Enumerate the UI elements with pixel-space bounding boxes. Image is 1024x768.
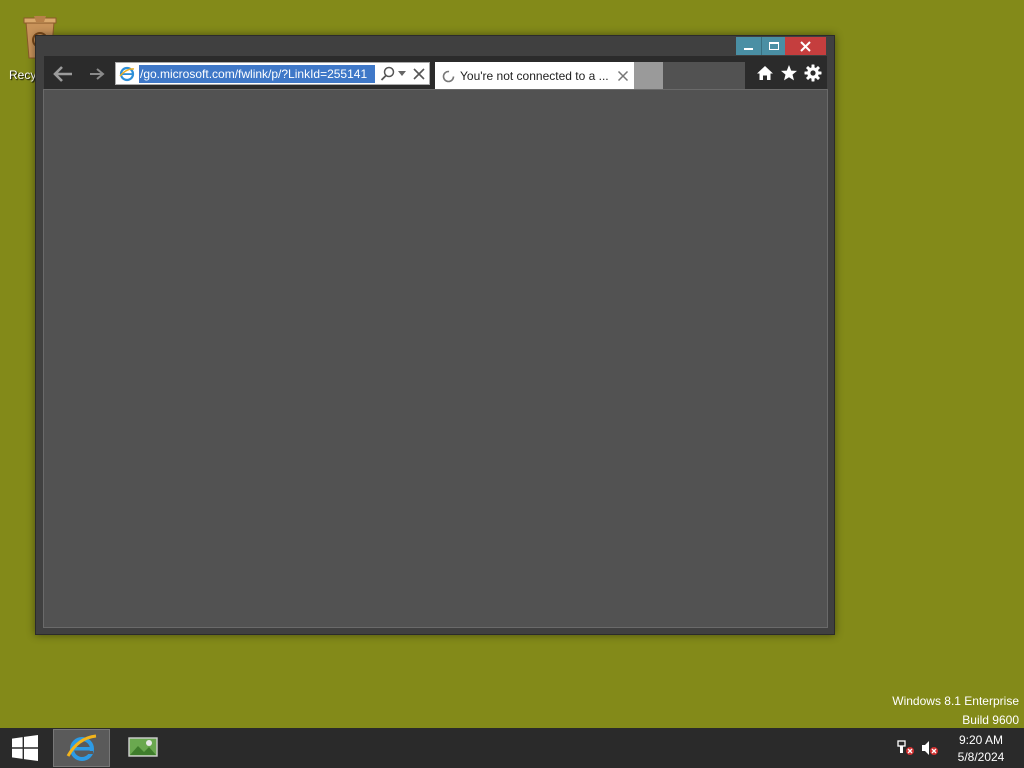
desktop-app-icon: [127, 737, 158, 757]
address-bar[interactable]: /go.microsoft.com/fwlink/p/?LinkId=25514…: [115, 62, 430, 85]
clock-time: 9:20 AM: [958, 733, 1004, 747]
minimize-icon: [744, 48, 753, 50]
browser-tab[interactable]: You're not connected to a ...: [435, 62, 634, 89]
page-content-area[interactable]: [43, 89, 828, 628]
navigation-bar: /go.microsoft.com/fwlink/p/?LinkId=25514…: [44, 56, 827, 90]
internet-explorer-icon: [66, 734, 96, 761]
minimize-button[interactable]: [736, 37, 761, 55]
recycle-bin-label: Recy: [9, 68, 37, 82]
favorites-star-icon[interactable]: [780, 64, 798, 82]
system-clock[interactable]: 9:20 AM 5/8/2024: [950, 732, 1012, 766]
new-tab-button[interactable]: [634, 62, 663, 89]
maximize-icon: [768, 42, 779, 50]
stop-icon[interactable]: [412, 67, 426, 81]
start-button[interactable]: [0, 728, 50, 768]
back-button[interactable]: [50, 61, 76, 87]
network-disconnected-icon[interactable]: [897, 740, 915, 756]
maximize-button[interactable]: [761, 37, 785, 55]
ie-window: /go.microsoft.com/fwlink/p/?LinkId=25514…: [35, 35, 835, 635]
taskbar-desktop-app[interactable]: [114, 729, 171, 767]
tools-gear-icon[interactable]: [804, 64, 822, 82]
close-button[interactable]: [785, 37, 826, 55]
back-arrow-icon: [53, 66, 72, 82]
forward-arrow-icon: [90, 68, 105, 80]
caption-buttons: [736, 37, 826, 55]
close-icon: [800, 40, 811, 52]
windows-logo-icon: [12, 735, 38, 761]
ie-page-icon: [119, 66, 135, 82]
chevron-down-icon[interactable]: [398, 71, 406, 77]
windows-watermark: Windows 8.1 Enterprise Build 9600: [892, 692, 1019, 730]
tab-close-icon[interactable]: [617, 70, 629, 82]
forward-button[interactable]: [84, 61, 110, 87]
search-icon[interactable]: [380, 66, 396, 82]
tab-strip-empty: [663, 62, 745, 89]
address-input[interactable]: /go.microsoft.com/fwlink/p/?LinkId=25514…: [139, 65, 375, 83]
watermark-edition: Windows 8.1 Enterprise: [892, 694, 1019, 708]
clock-date: 5/8/2024: [957, 750, 1005, 764]
taskbar-internet-explorer[interactable]: [53, 729, 110, 767]
loading-spinner-icon: [442, 70, 455, 83]
home-icon[interactable]: [756, 64, 774, 82]
volume-muted-icon[interactable]: [921, 740, 939, 756]
taskbar: 9:20 AM 5/8/2024: [0, 728, 1024, 768]
tab-title: You're not connected to a ...: [460, 69, 609, 83]
